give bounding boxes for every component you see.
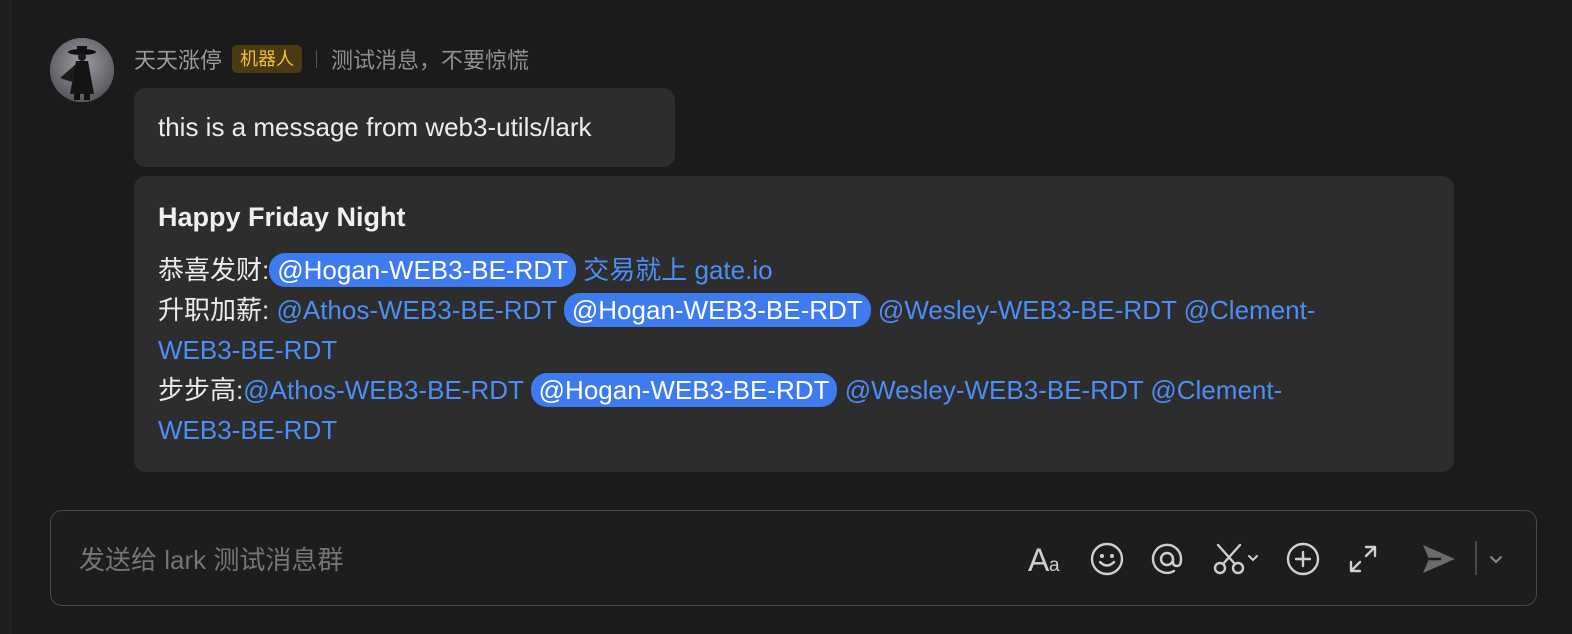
mention-self[interactable]: @Hogan-WEB3-BE-RDT [269,253,577,287]
message-subtitle: 测试消息，不要惊慌 [331,48,530,73]
header-divider [316,50,318,68]
mention-wesley[interactable]: @Wesley-WEB3-BE-RDT [845,375,1143,405]
mention-athos[interactable]: @Athos-WEB3-BE-RDT [276,295,556,325]
left-panel-edge [0,0,11,634]
mention-clement-cont[interactable]: WEB3-BE-RDT [158,335,337,365]
card-line-3: 步步高:@Athos-WEB3-BE-RDT @Hogan-WEB3-BE-RD… [158,370,1430,410]
svg-text:a: a [1049,555,1060,576]
card-body: 恭喜发财: @Hogan-WEB3-BE-RDT 交易就上 gate.io 升职加… [158,250,1430,450]
text-format-icon[interactable]: Aa [1027,539,1067,579]
mention-self[interactable]: @Hogan-WEB3-BE-RDT [563,293,871,327]
message-text: this is a message from web3-utils/lark [158,112,592,142]
card-line-2-wrap: WEB3-BE-RDT [158,330,1430,370]
svg-text:A: A [1028,542,1050,576]
line-label: 恭喜发财: [158,255,270,285]
mention-clement-cont[interactable]: WEB3-BE-RDT [158,415,337,445]
card-title: Happy Friday Night [158,202,406,232]
mention-wesley[interactable]: @Wesley-WEB3-BE-RDT [878,295,1176,325]
add-icon[interactable] [1283,539,1323,579]
card-line-2: 升职加薪: @Athos-WEB3-BE-RDT @Hogan-WEB3-BE-… [158,290,1430,330]
send-divider [1475,541,1477,575]
chevron-down-icon[interactable] [1481,539,1511,579]
message-composer: Aa [50,510,1537,609]
mention-self[interactable]: @Hogan-WEB3-BE-RDT [530,373,838,407]
avatar[interactable] [50,38,114,102]
line-label: 步步高: [158,375,244,405]
bot-badge: 机器人 [232,45,303,73]
send-icon[interactable] [1419,539,1459,579]
sender-name[interactable]: 天天涨停 [134,43,222,75]
message-bubble[interactable]: this is a message from web3-utils/lark [134,88,675,167]
message-card[interactable]: Happy Friday Night 恭喜发财: @Hogan-WEB3-BE-R… [134,176,1454,472]
card-line-3-wrap: WEB3-BE-RDT [158,410,1430,450]
gate-link[interactable]: 交易就上 gate.io [583,255,772,285]
scissors-icon[interactable] [1211,539,1265,579]
message-header: 天天涨停 机器人 测试消息，不要惊慌 [134,42,529,76]
card-line-1: 恭喜发财: @Hogan-WEB3-BE-RDT 交易就上 gate.io [158,250,1430,290]
mention-clement[interactable]: @Clement- [1184,295,1316,325]
emoji-icon[interactable] [1087,539,1127,579]
mention-clement[interactable]: @Clement- [1150,375,1282,405]
line-label: 升职加薪: [158,295,270,325]
mention-icon[interactable] [1147,539,1187,579]
message-input[interactable] [77,511,981,609]
mention-athos[interactable]: @Athos-WEB3-BE-RDT [243,375,523,405]
expand-icon[interactable] [1343,539,1383,579]
